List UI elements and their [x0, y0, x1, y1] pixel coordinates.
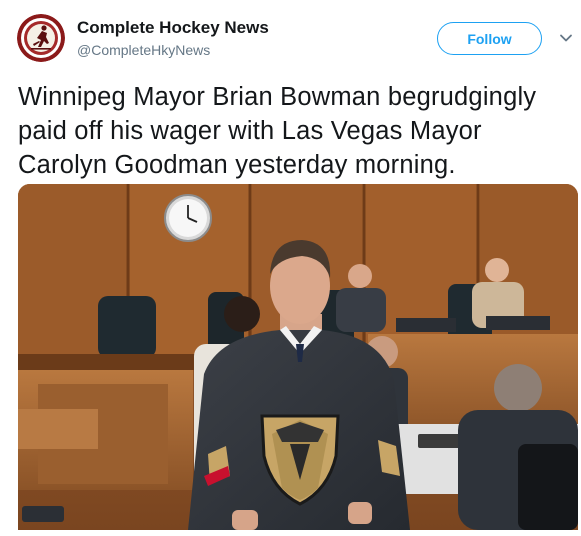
avatar[interactable] — [17, 14, 65, 62]
tweet-text: Winnipeg Mayor Brian Bowman begrudgingly… — [18, 80, 574, 182]
author-handle[interactable]: @CompleteHkyNews — [77, 42, 210, 58]
council-chamber-photo — [18, 184, 578, 530]
tweet-photo[interactable] — [18, 184, 578, 530]
author-name[interactable]: Complete Hockey News — [77, 18, 269, 38]
tweet-text-line: Carolyn Goodman yesterday morning. — [18, 151, 456, 179]
tweet-header: Complete Hockey News @CompleteHkyNews Fo… — [0, 0, 581, 72]
follow-button[interactable]: Follow — [437, 22, 542, 55]
hockey-logo-icon — [17, 14, 65, 62]
tweet-text-line: Winnipeg Mayor Brian Bowman begrudgingly — [18, 83, 537, 111]
tweet-text-line: paid off his wager with Las Vegas Mayor — [18, 117, 482, 145]
chevron-down-icon[interactable] — [559, 31, 573, 45]
